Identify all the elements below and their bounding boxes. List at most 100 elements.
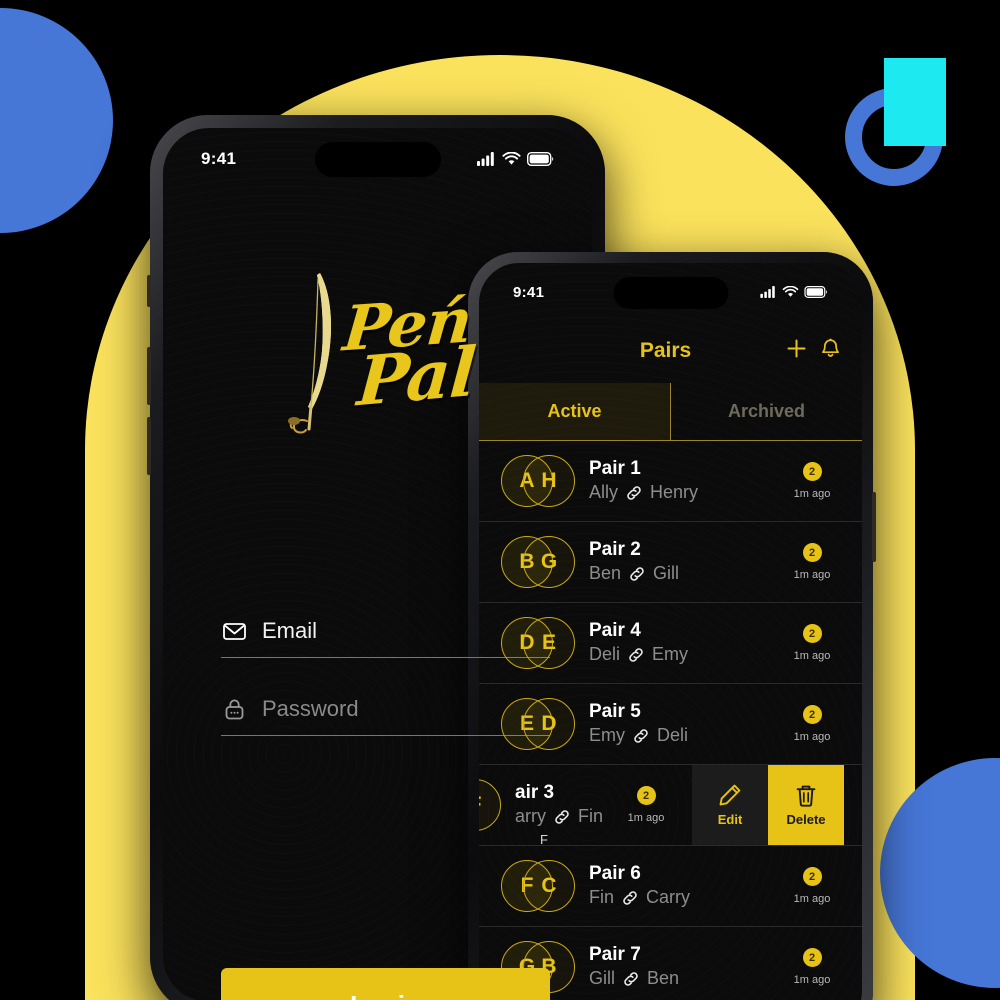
link-icon (555, 810, 569, 824)
pair-members: Ben Gill (589, 562, 780, 585)
pair-avatars: BG (501, 536, 575, 588)
avatar-second: E (523, 617, 575, 669)
pair-timestamp: 1m ago (793, 731, 831, 743)
signal-icon (760, 286, 775, 298)
logo-wordmark: Peń Pal (341, 283, 478, 421)
pair-avatars: ED (501, 698, 575, 750)
pair-members: Fin Carry (589, 886, 780, 909)
phone-pairs-mockup: 9:41 Pairs Active Archived A H Pair 1 Al… (468, 252, 876, 1000)
pair-meta: 2 1m ago (780, 948, 844, 986)
edit-label: Edit (717, 812, 743, 827)
pencil-icon (719, 784, 741, 806)
pair-meta: 2 1m ago (780, 543, 844, 581)
delete-button[interactable]: Delete (768, 765, 844, 845)
pair-member-left: Deli (589, 644, 621, 665)
pair-avatars: DE (501, 617, 575, 669)
pair-row-swiped[interactable]: CF air 3arry Fin 2 1m ago Edit Delete (479, 765, 862, 846)
envelope-icon (223, 620, 246, 643)
edit-button[interactable]: Edit (692, 765, 768, 845)
pair-title: Pair 4 (589, 620, 641, 642)
logo-line-2: Pal (354, 331, 479, 422)
unread-badge: 2 (802, 867, 822, 886)
pair-meta: 2 1m ago (614, 786, 678, 824)
link-icon (624, 972, 638, 986)
phone1-dynamic-island (314, 142, 441, 177)
pair-row[interactable]: E D Pair 5 Emy Deli 2 1m ago (479, 684, 862, 765)
phone1-volume-up[interactable] (147, 347, 151, 405)
status-icons (477, 152, 554, 166)
unread-badge: 2 (802, 948, 822, 967)
pair-members: arry Fin (515, 805, 614, 828)
pair-title: air 3 (515, 782, 555, 804)
pair-title: Pair 7 (589, 944, 641, 966)
avatar-second: H (523, 455, 575, 507)
tab-archived[interactable]: Archived (671, 383, 862, 440)
pair-info: Pair 5 Emy Deli (575, 700, 780, 747)
pair-members: Emy Deli (589, 724, 780, 747)
phone1-mute-switch[interactable] (147, 275, 151, 307)
avatar-second: F (479, 779, 501, 831)
pair-title: Pair 5 (589, 701, 641, 723)
avatar-second: C (523, 860, 575, 912)
status-time: 9:41 (513, 283, 545, 301)
pair-timestamp: 1m ago (793, 569, 831, 581)
plus-icon[interactable] (786, 338, 807, 364)
pair-member-right: Deli (657, 725, 689, 746)
unread-badge: 2 (802, 705, 822, 724)
pair-timestamp: 1m ago (793, 650, 831, 662)
pair-meta: 2 1m ago (780, 867, 844, 905)
page-title: Pairs (639, 339, 692, 362)
pair-member-left: Fin (589, 887, 615, 908)
decor-blue-semicircle-left (0, 8, 113, 233)
pairs-navbar: Pairs (479, 325, 862, 377)
swiped-row-content[interactable]: CF air 3arry Fin 2 1m ago (479, 765, 692, 845)
battery-icon (804, 286, 827, 298)
unread-badge: 2 (802, 462, 822, 481)
pair-member-left: Gill (589, 968, 615, 989)
unread-badge: 2 (802, 624, 822, 643)
pair-member-left: Ally (589, 482, 619, 503)
pair-row[interactable]: A H Pair 1 Ally Henry 2 1m ago (479, 441, 862, 522)
pair-member-left: arry (515, 806, 546, 827)
navbar-actions (786, 338, 840, 364)
pair-timestamp: 1m ago (793, 893, 831, 905)
pair-members: Gill Ben (589, 967, 780, 990)
pair-timestamp: 1m ago (793, 488, 831, 500)
pair-title: Pair 2 (589, 539, 641, 561)
phone2-dynamic-island (613, 277, 728, 309)
bell-icon[interactable] (821, 338, 840, 364)
phone2-screen: 9:41 Pairs Active Archived A H Pair 1 Al… (479, 263, 862, 1000)
status-icons (760, 286, 828, 298)
pair-member-right: Fin (578, 806, 604, 827)
pair-info: Pair 2 Ben Gill (575, 538, 780, 585)
pair-row[interactable]: D E Pair 4 Deli Emy 2 1m ago (479, 603, 862, 684)
swipe-actions: Edit Delete (692, 765, 844, 845)
pair-members: Deli Emy (589, 643, 780, 666)
pair-info: Pair 7 Gill Ben (575, 943, 780, 990)
pair-avatars: CF (479, 779, 501, 831)
pair-info: Pair 6 Fin Carry (575, 862, 780, 909)
phone2-power-button[interactable] (872, 492, 876, 562)
pair-meta: 2 1m ago (780, 462, 844, 500)
pair-row[interactable]: F C Pair 6 Fin Carry 2 1m ago (479, 846, 862, 927)
pair-avatars: AH (501, 455, 575, 507)
pair-timestamp: 1m ago (793, 974, 831, 986)
unread-badge: 2 (802, 543, 822, 562)
link-icon (623, 891, 637, 905)
unread-badge: 2 (636, 786, 656, 805)
pair-member-right: Gill (653, 563, 680, 584)
pair-member-left: Ben (589, 563, 622, 584)
pairs-list[interactable]: A H Pair 1 Ally Henry 2 1m ago B G Pair 2 Ben Gill 2… (479, 441, 862, 1000)
phone1-volume-down[interactable] (147, 417, 151, 475)
login-button[interactable]: Login (221, 968, 550, 1000)
battery-icon (527, 152, 554, 166)
pair-row[interactable]: B G Pair 2 Ben Gill 2 1m ago (479, 522, 862, 603)
pair-members: Ally Henry (589, 481, 780, 504)
link-icon (634, 729, 648, 743)
status-time: 9:41 (201, 149, 237, 168)
pair-info: air 3 arry Fin (501, 781, 614, 828)
link-icon (630, 567, 644, 581)
pair-timestamp: 1m ago (627, 812, 665, 824)
tab-active[interactable]: Active (479, 383, 671, 440)
pair-member-left: Emy (589, 725, 625, 746)
